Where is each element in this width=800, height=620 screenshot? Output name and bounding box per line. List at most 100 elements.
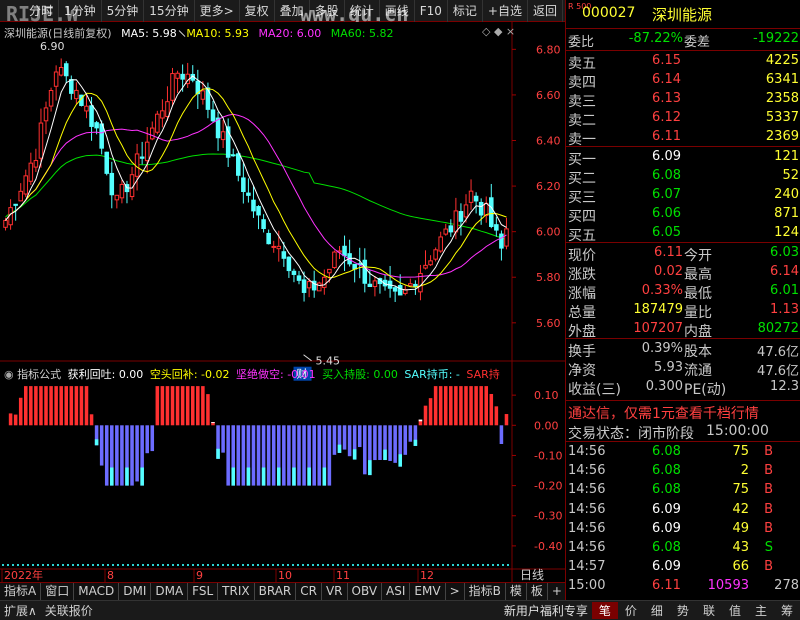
stock-name: 深圳能源 (652, 6, 713, 24)
indicator-dot (437, 564, 439, 566)
candle-body (473, 195, 479, 202)
fundamental-value: 0.300 (645, 379, 683, 394)
indicator-dot (472, 564, 474, 566)
indicator-tab[interactable]: FSL (188, 583, 219, 600)
stat-value: 187479 (633, 302, 683, 317)
indicator-tab[interactable]: DMA (151, 583, 189, 600)
kline-chart[interactable]: 6.905.45财 6.806.606.406.206.005.805.60 0… (0, 22, 565, 582)
indicator-dot (407, 564, 409, 566)
y-tick-label: 5.60 (536, 317, 561, 330)
toolbar-item[interactable]: 复权 (240, 0, 275, 22)
panel-tab[interactable]: 细 (644, 602, 670, 619)
indicator-dot (302, 564, 304, 566)
stat-value: 0.33% (641, 283, 683, 298)
panel-tab[interactable]: 主 (748, 602, 774, 619)
tick-row: 14:56 6.08 2 B (566, 462, 800, 481)
indicator-dot (287, 564, 289, 566)
indicator-tab[interactable]: > (446, 583, 465, 600)
indicator-dot (17, 564, 19, 566)
indicator-tab[interactable]: EMV (410, 583, 446, 600)
indicator-dot (127, 564, 129, 566)
x-tick-label: 9 (196, 569, 203, 582)
bid-volume: 871 (774, 206, 799, 221)
tick-volume: 75 (732, 482, 749, 498)
candle-body (63, 63, 69, 77)
ask-label: 卖五 (568, 56, 596, 72)
divider (566, 338, 800, 339)
indicator-series-4: 买入持股: 0.00 (322, 368, 398, 381)
toolbar-item[interactable]: F10 (415, 0, 448, 22)
toolbar-item[interactable]: 更多> (195, 0, 240, 22)
tick-time: 14:56 (568, 540, 606, 555)
toolbar-item[interactable]: 15分钟 (144, 0, 195, 22)
indicator-tab[interactable]: 指标B (465, 583, 506, 600)
ask-volume: 2358 (765, 91, 799, 106)
candle-body (504, 228, 509, 247)
panel-tab[interactable]: 价 (618, 602, 644, 619)
candle-body (74, 89, 79, 100)
indicator-dot (137, 564, 139, 566)
candle-body (478, 201, 484, 216)
candle-body (23, 175, 29, 195)
panel-tab[interactable]: 势 (670, 602, 696, 619)
tick-price: 6.09 (652, 501, 681, 517)
divider (566, 28, 800, 29)
ad-row[interactable]: 通达信，仅需1元查看千档行情 (566, 402, 800, 423)
fundamental-value: 47.6亿 (757, 364, 799, 379)
indicator-tab[interactable]: CR (296, 583, 322, 600)
panel-tab[interactable]: 筹 (774, 602, 800, 619)
indicator-dot (22, 564, 24, 566)
candle-body (483, 202, 489, 216)
toolbar-item[interactable]: +自选 (483, 0, 528, 22)
indicator-dot (337, 564, 339, 566)
indicator-tab[interactable]: 模 (506, 583, 527, 600)
stat-row: 涨跌 0.02 最高 6.14 (566, 263, 800, 283)
period-label[interactable]: 日线 (520, 566, 544, 583)
expand-button[interactable]: 扩展∧ (0, 602, 41, 619)
indicator-tab[interactable]: 板 (527, 583, 548, 600)
panel-tab[interactable]: 值 (722, 602, 748, 619)
indicator-series-2: 空头回补: -0.02 (149, 368, 230, 381)
indicator-dot (32, 564, 34, 566)
y-tick-label: 6.00 (536, 226, 561, 239)
indicator-dot (12, 564, 14, 566)
toolbar-item[interactable]: 标记 (448, 0, 483, 22)
candle-body (332, 251, 337, 269)
fundamental-value: 5.93 (654, 360, 683, 375)
related-quote-button[interactable]: 关联报价 (41, 602, 97, 619)
indicator-tab[interactable]: DMI (119, 583, 152, 600)
panel-tab[interactable]: 笔 (591, 602, 618, 619)
indicator-tab[interactable]: OBV (348, 583, 383, 600)
weibi-value: -87.22% (628, 31, 683, 46)
indicator-dot (227, 564, 229, 566)
toolbar-item[interactable]: 返回 (528, 0, 563, 22)
indicator-dot (382, 564, 384, 566)
indicator-tab[interactable]: 窗口 (41, 583, 75, 600)
indicator-tab[interactable]: MACD (74, 583, 120, 600)
stat-label: 现价 (568, 248, 596, 264)
indicator-dot (487, 564, 489, 566)
fundamental-value: 0.39% (641, 341, 683, 356)
candle-body (423, 264, 428, 269)
stat-value: 6.03 (770, 245, 799, 260)
ask-row: 卖二 6.12 5337 (566, 109, 800, 129)
ad-text[interactable]: 通达信，仅需1元查看千档行情 (568, 403, 759, 423)
indicator-tab[interactable]: VR (322, 583, 348, 600)
chart-controls[interactable]: ◇ ◆ × (482, 25, 515, 38)
toolbar-item[interactable]: 5分钟 (102, 0, 145, 22)
indicator-dot (172, 564, 174, 566)
candle-body (210, 109, 216, 122)
indicator-tab[interactable]: BRAR (255, 583, 297, 600)
tick-row: 14:56 6.08 43 S (566, 539, 800, 558)
indicator-dot (247, 564, 249, 566)
weicha-label: 委差 (684, 35, 711, 50)
indicator-tab[interactable]: 指标A (0, 583, 42, 600)
indicator-tab[interactable]: TRIX (218, 583, 255, 600)
indicator-menu-icon[interactable]: ◉ (4, 368, 14, 381)
tick-side: B (764, 444, 773, 459)
panel-tab[interactable]: 联 (696, 602, 722, 619)
promo-link[interactable]: 新用户福利专享 (500, 602, 592, 619)
tick-side: B (764, 482, 773, 498)
tick-volume: 43 (732, 540, 749, 555)
indicator-tab[interactable]: ASI (382, 583, 411, 600)
